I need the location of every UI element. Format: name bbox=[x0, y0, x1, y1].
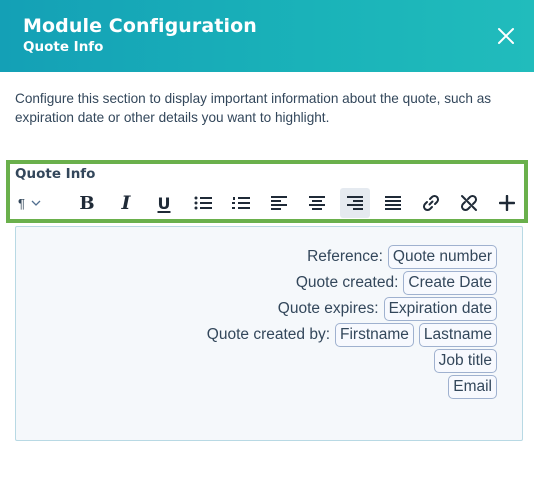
create-date-token[interactable]: Create Date bbox=[403, 271, 497, 295]
italic-icon: I bbox=[121, 192, 131, 214]
line-label: Quote created by: bbox=[206, 326, 331, 343]
reference-line: Reference: Quote number bbox=[307, 245, 497, 269]
align-right-button[interactable] bbox=[340, 188, 370, 218]
bold-icon: B bbox=[79, 192, 95, 214]
line-label: Reference: bbox=[307, 248, 383, 265]
email-line: Email bbox=[448, 375, 497, 399]
quote-created-by-line: Quote created by: Firstname Lastname bbox=[207, 323, 497, 347]
job-title-line: Job title bbox=[433, 349, 497, 373]
align-center-button[interactable] bbox=[302, 188, 332, 218]
remove-link-button[interactable] bbox=[454, 188, 484, 218]
lastname-token[interactable]: Lastname bbox=[418, 323, 497, 347]
align-justify-button[interactable] bbox=[378, 188, 408, 218]
line-label: Quote expires: bbox=[277, 300, 379, 317]
underline-button[interactable]: U bbox=[149, 188, 179, 218]
underline-icon: U bbox=[157, 193, 171, 213]
paragraph-style-dropdown[interactable]: ¶ bbox=[18, 192, 58, 214]
line-label: Quote created: bbox=[295, 274, 399, 291]
field-label: Quote Info bbox=[15, 166, 96, 182]
bulleted-list-icon bbox=[194, 196, 212, 210]
email-token[interactable]: Email bbox=[448, 375, 497, 399]
section-description: Configure this section to display import… bbox=[15, 91, 492, 125]
bulleted-list-button[interactable] bbox=[188, 188, 218, 218]
align-center-icon bbox=[309, 196, 325, 210]
insert-link-button[interactable] bbox=[416, 188, 446, 218]
close-button[interactable] bbox=[494, 24, 518, 48]
close-icon bbox=[498, 28, 514, 44]
expiration-date-token[interactable]: Expiration date bbox=[383, 297, 497, 321]
align-left-button[interactable] bbox=[264, 188, 294, 218]
numbered-list-button[interactable] bbox=[226, 188, 256, 218]
chevron-down-icon bbox=[31, 200, 41, 206]
numbered-list-icon bbox=[232, 197, 250, 209]
paragraph-icon: ¶ bbox=[18, 195, 25, 211]
align-right-icon bbox=[347, 196, 363, 210]
rich-text-content[interactable]: Reference: Quote number Quote created: C… bbox=[15, 226, 523, 441]
firstname-token[interactable]: Firstname bbox=[335, 323, 414, 347]
bold-button[interactable]: B bbox=[72, 188, 102, 218]
quote-expires-line: Quote expires: Expiration date bbox=[278, 297, 497, 321]
modal-title: Module Configuration bbox=[23, 15, 257, 37]
modal-header: Module Configuration Quote Info bbox=[0, 0, 534, 72]
plus-icon bbox=[499, 195, 515, 211]
align-justify-icon bbox=[385, 196, 401, 210]
link-icon bbox=[422, 194, 440, 212]
rich-text-editor-toolbar-frame: Quote Info ¶ B I U bbox=[6, 160, 528, 223]
quote-number-token[interactable]: Quote number bbox=[387, 245, 497, 269]
quote-created-line: Quote created: Create Date bbox=[296, 271, 497, 295]
align-left-icon bbox=[271, 196, 287, 210]
job-title-token[interactable]: Job title bbox=[433, 349, 497, 373]
unlink-icon bbox=[460, 194, 478, 212]
italic-button[interactable]: I bbox=[111, 188, 141, 218]
modal-subtitle: Quote Info bbox=[23, 39, 104, 55]
insert-more-button[interactable] bbox=[492, 188, 522, 218]
